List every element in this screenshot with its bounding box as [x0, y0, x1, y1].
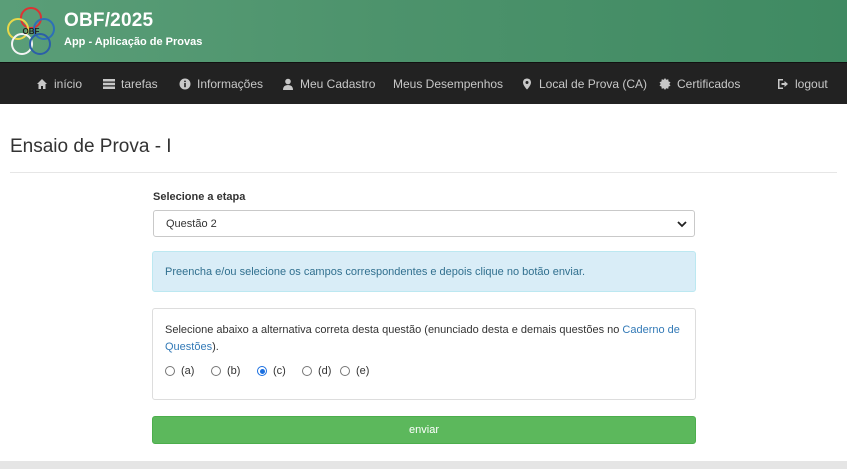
option-a[interactable]: (a)	[165, 365, 194, 377]
radio-option-c[interactable]	[257, 366, 267, 376]
radio-option-e[interactable]	[340, 366, 350, 376]
nav-local-de-prova[interactable]: Local de Prova (CA)	[520, 63, 647, 105]
stage-select-label: Selecione a etapa	[153, 191, 246, 203]
nav-label: início	[54, 77, 83, 91]
tasks-icon	[102, 77, 116, 91]
nav-tarefas[interactable]: tarefas	[102, 63, 158, 105]
nav-label: Meu Cadastro	[300, 77, 376, 91]
stage-select-value: Questão 2	[166, 217, 217, 230]
option-c[interactable]: (c)	[257, 365, 286, 377]
main-navbar: início tarefas Informações Meu Cadastro …	[0, 62, 847, 104]
app-header: OBF OBF/2025 App - Aplicação de Provas	[0, 0, 847, 62]
submit-button[interactable]: enviar	[152, 416, 696, 444]
nav-label: Meus Desempenhos	[393, 77, 504, 91]
nav-logout[interactable]: logout	[776, 63, 828, 105]
radio-option-b[interactable]	[211, 366, 221, 376]
radio-option-d[interactable]	[302, 366, 312, 376]
footer-bar	[0, 461, 847, 469]
title-divider	[10, 172, 837, 173]
question-instructions: Selecione abaixo a alternativa correta d…	[165, 324, 680, 353]
nav-label: Local de Prova (CA)	[539, 77, 648, 91]
question-panel: Selecione abaixo a alternativa correta d…	[152, 308, 696, 400]
nav-certificados[interactable]: Certificados	[658, 63, 740, 105]
app-title: OBF/2025	[64, 10, 154, 31]
svg-text:OBF: OBF	[23, 27, 40, 36]
info-alert: Preencha e/ou selecione os campos corres…	[152, 251, 696, 292]
nav-informacoes[interactable]: Informações	[178, 63, 263, 105]
option-d[interactable]: (d)	[302, 365, 331, 377]
stage-select[interactable]: Questão 2	[153, 210, 695, 237]
nav-label: Certificados	[677, 77, 741, 91]
nav-label: tarefas	[121, 77, 158, 91]
nav-meu-cadastro[interactable]: Meu Cadastro	[281, 63, 375, 105]
info-alert-text: Preencha e/ou selecione os campos corres…	[165, 265, 586, 278]
app-subtitle: App - Aplicação de Provas	[64, 36, 203, 48]
info-icon	[178, 77, 192, 91]
map-marker-icon	[520, 77, 534, 91]
obf-logo: OBF	[7, 7, 55, 55]
option-b[interactable]: (b)	[211, 365, 240, 377]
nav-label: Informações	[197, 77, 264, 91]
page-title: Ensaio de Prova - I	[10, 136, 172, 157]
nav-meus-desempenhos[interactable]: Meus Desempenhos	[393, 63, 503, 105]
radio-option-a[interactable]	[165, 366, 175, 376]
logout-icon	[776, 77, 790, 91]
option-e[interactable]: (e)	[340, 365, 369, 377]
nav-label: logout	[795, 77, 828, 91]
nav-inicio[interactable]: início	[35, 63, 82, 105]
user-icon	[281, 77, 295, 91]
home-icon	[35, 77, 49, 91]
chevron-down-icon	[677, 221, 687, 228]
certificate-icon	[658, 77, 672, 91]
